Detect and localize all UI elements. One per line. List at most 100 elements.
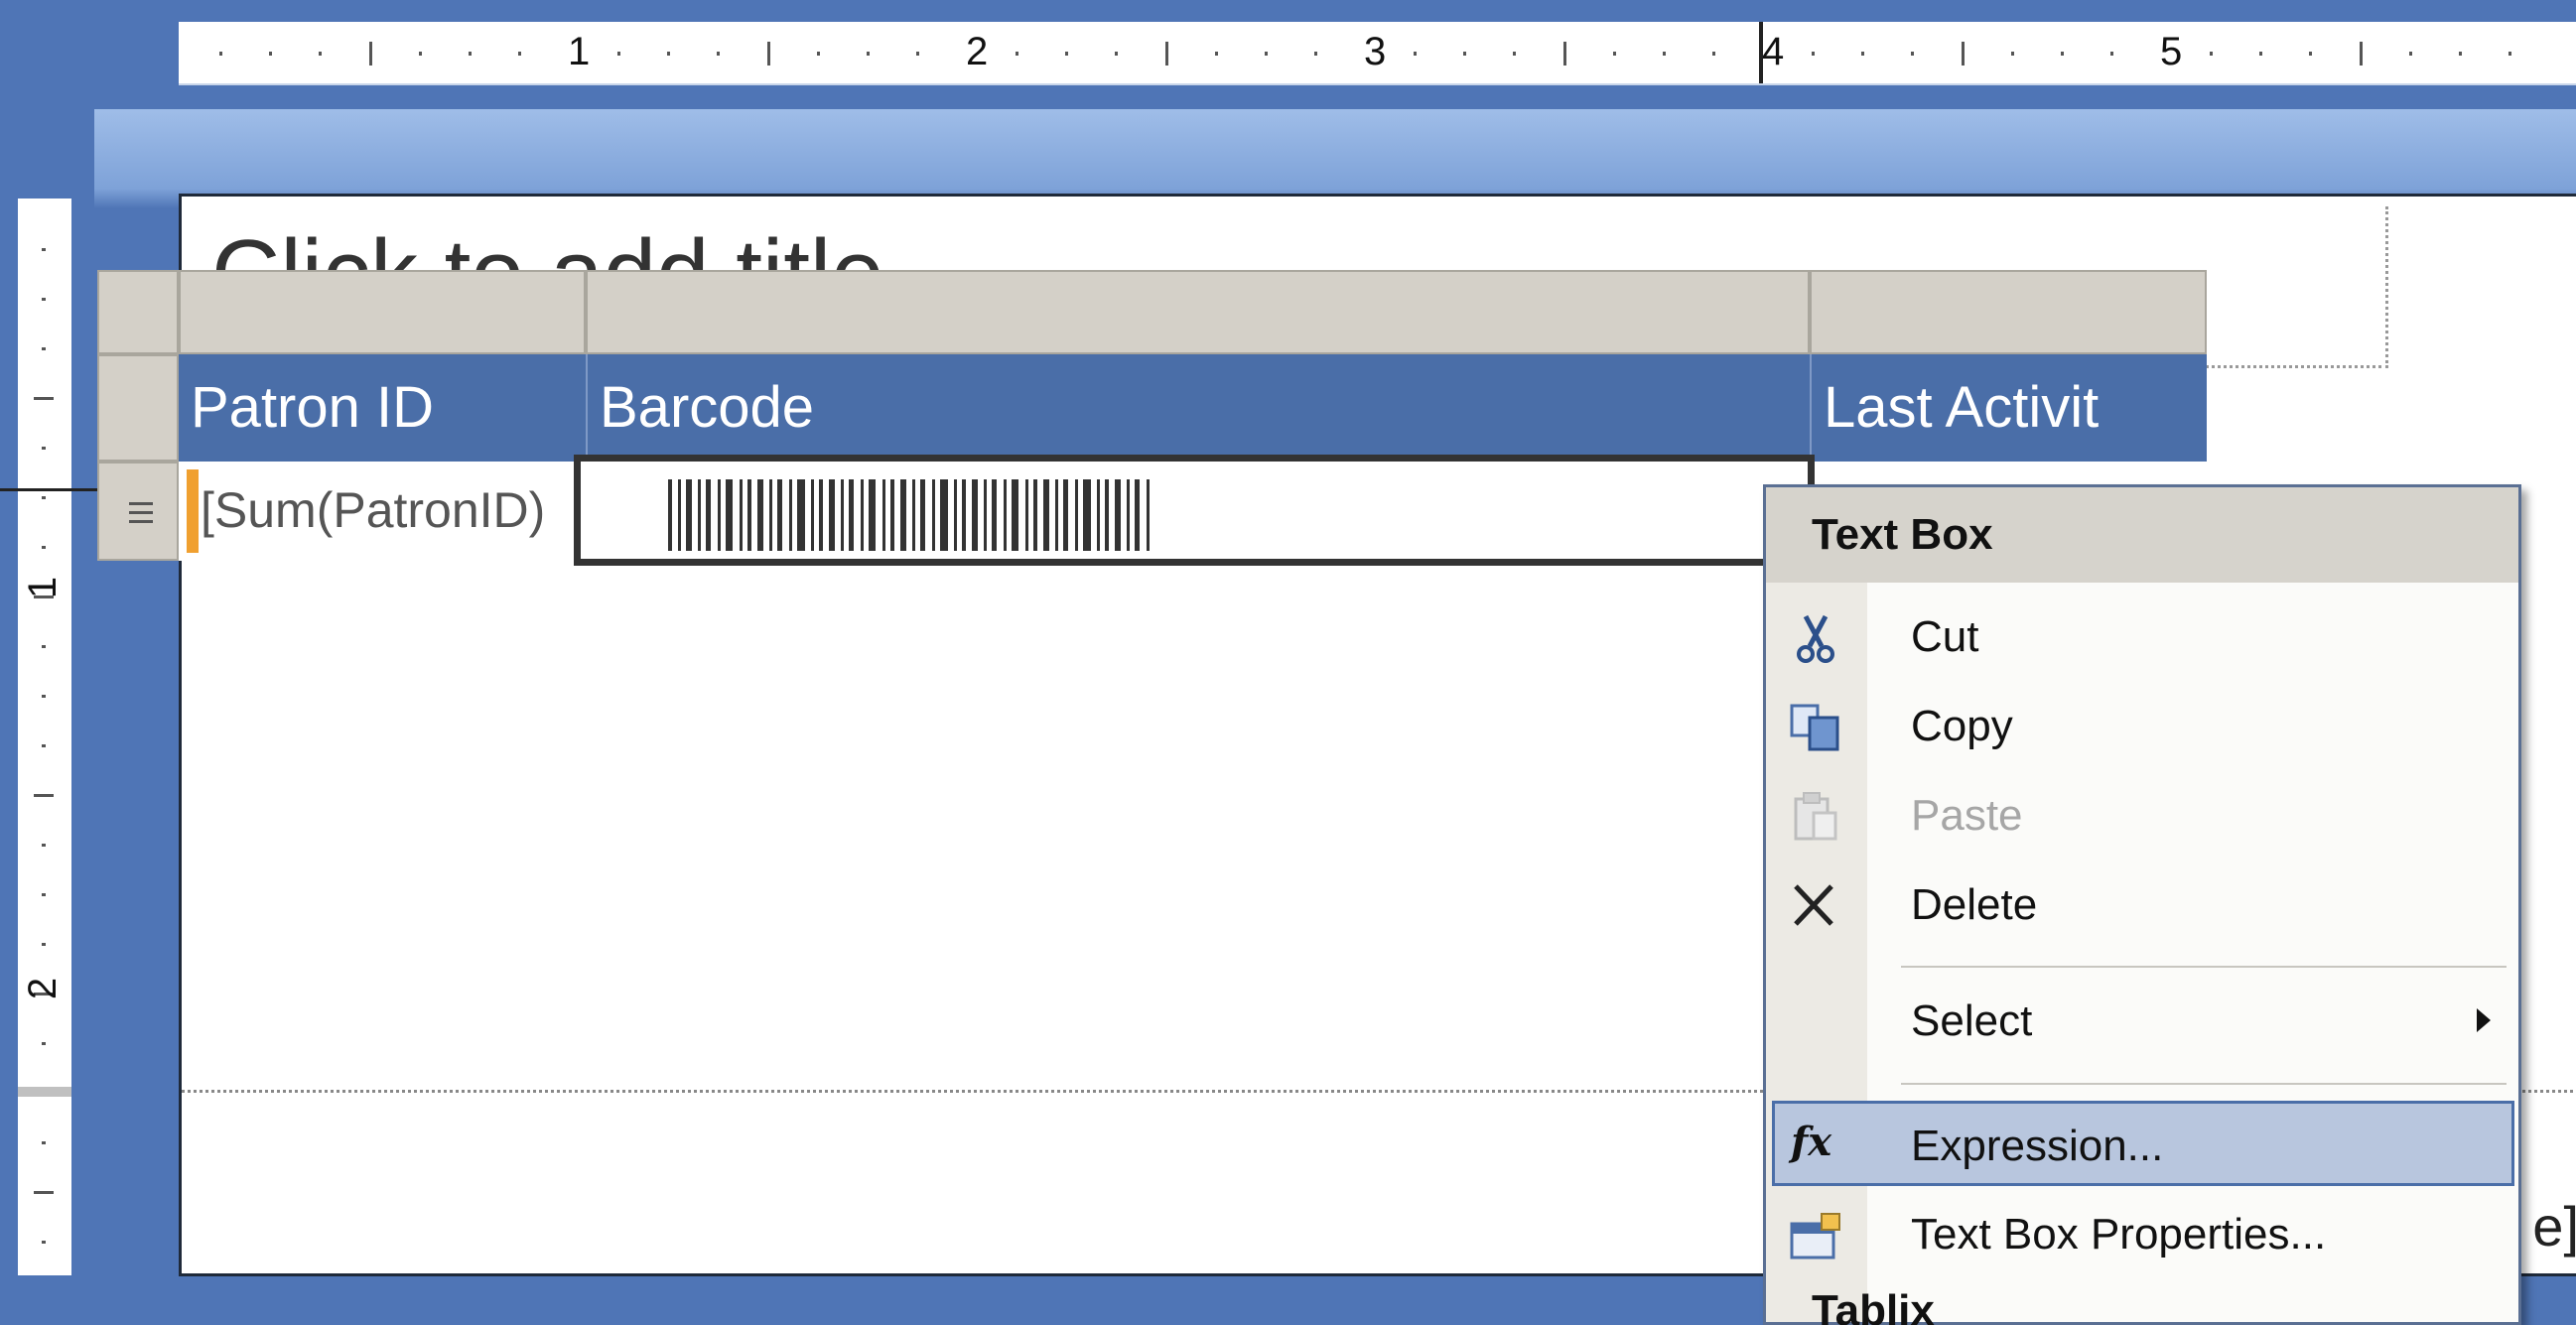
footer-expression-fragment: e] xyxy=(2532,1195,2576,1258)
ruler-label-2: 2 xyxy=(966,30,989,73)
copy-icon xyxy=(1790,704,1839,751)
scissors-icon xyxy=(1797,614,1834,663)
submenu-arrow-icon xyxy=(2477,1008,2491,1032)
ruler-vlabel-1: 1 xyxy=(21,576,66,599)
header-patron-id[interactable]: Patron ID xyxy=(179,354,586,462)
menu-item-cut[interactable]: Cut xyxy=(1766,595,2518,680)
ruler-label-3: 3 xyxy=(1364,30,1387,73)
ruler-tick xyxy=(915,52,919,56)
ruler-tick xyxy=(42,546,46,549)
cell-barcode[interactable] xyxy=(574,455,1815,566)
menu-item-delete[interactable]: Delete xyxy=(1766,862,2518,948)
ruler-label-4: 4 xyxy=(1762,30,1785,73)
ruler-tick xyxy=(1861,52,1865,56)
menu-item-copy[interactable]: Copy xyxy=(1766,684,2518,769)
ruler-tick xyxy=(766,42,770,66)
ruler-tick xyxy=(667,52,671,56)
menu-item-label: Select xyxy=(1911,996,2033,1045)
menu-item-label: Cut xyxy=(1911,612,1979,661)
context-menu[interactable]: Text Box Cut Copy Paste Delete Select fx… xyxy=(1763,484,2521,1325)
ruler-tick xyxy=(1264,52,1268,56)
ruler-tick xyxy=(468,52,472,56)
ruler-tick xyxy=(42,844,46,847)
ruler-tick xyxy=(517,52,521,56)
paste-icon xyxy=(1794,792,1837,841)
ruler-tick xyxy=(2359,42,2363,66)
menu-separator xyxy=(1901,1083,2507,1085)
ruler-tick xyxy=(42,248,46,251)
ruler-tick xyxy=(42,1042,46,1045)
ruler-vlabel-2: 2 xyxy=(21,977,66,1000)
ruler-tick xyxy=(816,52,820,56)
ruler-section-marker xyxy=(18,1087,71,1097)
ruler-tick xyxy=(1115,52,1119,56)
ruler-tick xyxy=(1313,52,1317,56)
ruler-tick xyxy=(368,42,372,66)
ruler-position-marker xyxy=(1759,22,1763,83)
ruler-tick xyxy=(1562,42,1566,66)
delete-x-icon xyxy=(1794,884,1833,926)
ruler-tick xyxy=(2010,52,2014,56)
menu-item-label: Text Box Properties... xyxy=(1911,1210,2327,1259)
ruler-label-1: 1 xyxy=(568,30,591,73)
menu-item-label: Delete xyxy=(1911,880,2038,929)
menu-item-select[interactable]: Select xyxy=(1766,979,2518,1064)
ruler-tick xyxy=(2109,52,2113,56)
ruler-tick xyxy=(34,1191,54,1194)
menu-item-label: Copy xyxy=(1911,702,2013,750)
ruler-tick xyxy=(1016,52,1019,56)
menu-item-expression[interactable]: fx Expression... xyxy=(1772,1101,2514,1186)
row-handle-detail[interactable] xyxy=(97,462,179,561)
ruler-tick xyxy=(1214,52,1218,56)
ruler-tick xyxy=(866,52,870,56)
ruler-tick xyxy=(1711,52,1715,56)
ruler-tick xyxy=(269,52,273,56)
ruler-tick xyxy=(42,1141,46,1144)
ruler-tick xyxy=(42,1241,46,1244)
selection-grip xyxy=(187,469,199,553)
ruler-tick xyxy=(2210,52,2214,56)
ruler-tick xyxy=(42,298,46,301)
ruler-tick xyxy=(34,794,54,797)
ruler-tick xyxy=(1911,52,1915,56)
menu-item-label: Paste xyxy=(1911,791,2023,840)
ruler-label-5: 5 xyxy=(2160,30,2183,73)
ruler-tick xyxy=(2458,52,2462,56)
menu-section-tablix: Tablix xyxy=(1812,1291,1935,1325)
vertical-ruler: 1 2 xyxy=(18,199,71,1275)
horizontal-ruler: 1 2 3 4 5 xyxy=(179,22,2576,85)
fx-icon: fx xyxy=(1791,1119,1832,1165)
ruler-tick xyxy=(1414,52,1418,56)
ruler-tick xyxy=(1164,42,1168,66)
ruler-tick xyxy=(418,52,422,56)
menu-section-text-box: Text Box xyxy=(1766,487,2518,583)
ruler-tick xyxy=(1513,52,1517,56)
ruler-tick xyxy=(42,943,46,946)
ruler-tick xyxy=(2508,52,2511,56)
barcode-icon xyxy=(668,479,1150,551)
menu-item-text-box-properties[interactable]: Text Box Properties... xyxy=(1766,1192,2518,1277)
header-barcode[interactable]: Barcode xyxy=(586,354,1810,462)
patron-expression-text: [Sum(PatronID) xyxy=(201,482,546,538)
tablix-corner-handle[interactable] xyxy=(97,270,179,354)
menu-item-paste[interactable]: Paste xyxy=(1766,773,2518,859)
ruler-tick xyxy=(2408,52,2412,56)
row-handle-header[interactable] xyxy=(97,354,179,462)
ruler-tick xyxy=(34,397,54,400)
ruler-tick xyxy=(42,447,46,450)
column-handle-1[interactable] xyxy=(179,270,586,354)
ruler-tick xyxy=(2259,52,2263,56)
ruler-tick xyxy=(1662,52,1666,56)
ruler-tick xyxy=(319,52,323,56)
properties-icon xyxy=(1790,1213,1840,1259)
cell-patron-expression[interactable]: [Sum(PatronID) xyxy=(179,462,576,561)
ruler-tick xyxy=(42,347,46,350)
ruler-tick xyxy=(717,52,721,56)
column-handle-2[interactable] xyxy=(586,270,1810,354)
ruler-row-marker xyxy=(0,488,97,491)
ruler-tick xyxy=(1812,52,1816,56)
ruler-tick xyxy=(42,744,46,747)
header-last-activity[interactable]: Last Activit xyxy=(1810,354,2207,462)
column-handle-3[interactable] xyxy=(1810,270,2207,354)
ruler-tick xyxy=(42,645,46,648)
